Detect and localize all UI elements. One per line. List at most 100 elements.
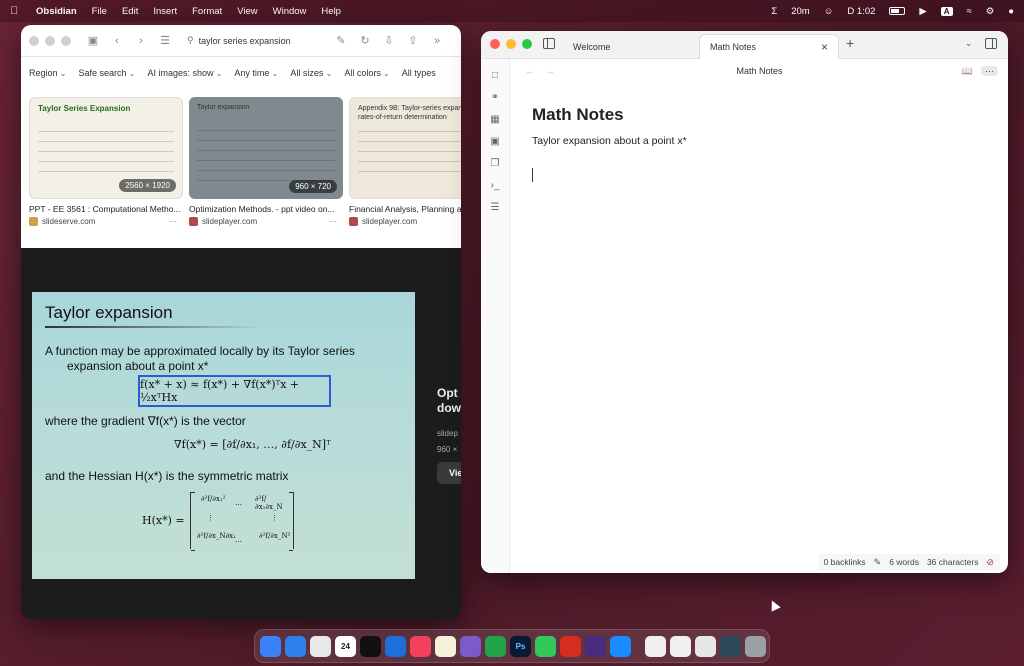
filter-type[interactable]: All types: [402, 68, 436, 78]
right-sidebar-toggle-icon[interactable]: [985, 38, 997, 49]
forward-icon[interactable]: ›: [133, 35, 149, 47]
copy-icon[interactable]: ❐: [489, 158, 501, 170]
grid-icon[interactable]: ▦: [489, 114, 501, 126]
numbers-icon[interactable]: [485, 635, 506, 657]
filter-safe-search[interactable]: Safe search: [78, 68, 135, 78]
minimize-button[interactable]: [45, 35, 55, 46]
sidebar-icon[interactable]: ▣: [85, 34, 101, 47]
tab-math-notes[interactable]: Math Notes ×: [699, 34, 839, 59]
note-header-title[interactable]: Math Notes: [511, 66, 1008, 76]
result-source[interactable]: slideplayer.com: [349, 217, 461, 226]
menu-view[interactable]: View: [237, 6, 257, 17]
filter-size[interactable]: All sizes: [290, 68, 332, 78]
battery-icon[interactable]: [889, 7, 906, 15]
menu-edit[interactable]: Edit: [122, 6, 138, 17]
siri-icon[interactable]: ●: [1008, 6, 1014, 17]
menu-window[interactable]: Window: [273, 6, 307, 17]
note-heading[interactable]: Math Notes: [532, 105, 988, 125]
sigma-icon[interactable]: Σ: [771, 6, 777, 17]
tab-welcome[interactable]: Welcome: [563, 34, 693, 59]
filter-ai-images[interactable]: AI images: show: [147, 68, 222, 78]
safari-icon[interactable]: [285, 635, 306, 657]
filter-time[interactable]: Any time: [234, 68, 278, 78]
result-source[interactable]: slideplayer.com ···: [189, 217, 343, 226]
reading-view-icon[interactable]: 📖: [962, 66, 973, 77]
wifi-icon[interactable]: ≈: [967, 6, 972, 17]
document-icon[interactable]: [645, 635, 666, 657]
result-title[interactable]: Financial Analysis, Planning a...: [349, 204, 461, 214]
zoom-button[interactable]: [522, 39, 532, 49]
app-store-icon[interactable]: [610, 635, 631, 657]
music-icon[interactable]: [410, 635, 431, 657]
image-result[interactable]: Taylor expansion 960 × 720 Optimization …: [189, 97, 343, 248]
calendar-app-icon[interactable]: 24: [335, 635, 356, 657]
messages-icon[interactable]: [535, 635, 556, 657]
image-result[interactable]: Appendix 9B: Taylor-series expansion and…: [349, 97, 461, 248]
chevron-down-icon[interactable]: ⌄: [965, 38, 973, 49]
folder-stack-icon[interactable]: [720, 635, 741, 657]
backlinks-count[interactable]: 0 backlinks: [824, 557, 866, 567]
menu-format[interactable]: Format: [192, 6, 222, 17]
timer-label[interactable]: 20m: [791, 6, 809, 17]
new-tab-icon[interactable]: +: [846, 35, 854, 51]
sync-off-icon[interactable]: ⊘: [986, 557, 994, 568]
input-source-badge[interactable]: A: [940, 6, 953, 16]
close-icon[interactable]: ×: [821, 40, 828, 54]
clock-label[interactable]: D 1:02: [847, 6, 875, 17]
reload-icon[interactable]: ↻: [357, 34, 373, 47]
more-options-icon[interactable]: ···: [329, 217, 337, 226]
share-icon[interactable]: ⇧: [405, 34, 421, 47]
address-bar[interactable]: ⚲ taylor series expansion: [187, 35, 327, 46]
note-paragraph[interactable]: Taylor expansion about a point x*: [532, 135, 988, 147]
download-icon[interactable]: ⇩: [381, 34, 397, 47]
list-icon[interactable]: ☰: [489, 202, 501, 214]
github-icon[interactable]: [460, 635, 481, 657]
menu-app-name[interactable]: Obsidian: [36, 6, 77, 17]
terminal-icon[interactable]: ›_: [489, 180, 501, 192]
result-title[interactable]: Optimization Methods. - ppt video on...: [189, 204, 343, 214]
close-button[interactable]: [29, 35, 39, 46]
chrome-icon[interactable]: [310, 635, 331, 657]
downloads-stack-icon[interactable]: [695, 635, 716, 657]
image-result[interactable]: Taylor Series Expansion 2560 × 1920 PPT …: [29, 97, 183, 248]
calendar-icon[interactable]: ▣: [489, 136, 501, 148]
xcode-icon[interactable]: [385, 635, 406, 657]
result-thumbnail[interactable]: Appendix 9B: Taylor-series expansion and…: [349, 97, 461, 199]
back-icon[interactable]: ‹: [109, 35, 125, 47]
editor[interactable]: Math Notes Taylor expansion about a poin…: [532, 105, 988, 182]
sidebar-toggle-icon[interactable]: [543, 38, 555, 49]
more-options-icon[interactable]: ···: [981, 66, 998, 76]
zoom-button[interactable]: [61, 35, 71, 46]
notes-icon[interactable]: [435, 635, 456, 657]
preview-source[interactable]: slidep: [437, 426, 458, 441]
terminal-app-icon[interactable]: [360, 635, 381, 657]
finder-icon[interactable]: [260, 635, 281, 657]
close-button[interactable]: [490, 39, 500, 49]
trash-icon[interactable]: [745, 635, 766, 657]
document-icon[interactable]: [670, 635, 691, 657]
page-settings-icon[interactable]: ☰: [157, 34, 173, 47]
minimize-button[interactable]: [506, 39, 516, 49]
filter-color[interactable]: All colors: [344, 68, 389, 78]
apple-menu-icon[interactable]: : [10, 5, 22, 17]
preview-image[interactable]: Taylor expansion A function may be appro…: [32, 292, 415, 579]
result-source[interactable]: slideserve.com ···: [29, 217, 183, 226]
menu-help[interactable]: Help: [321, 6, 341, 17]
control-center-icon[interactable]: ⚙: [986, 6, 995, 17]
result-thumbnail[interactable]: Taylor Series Expansion 2560 × 1920: [29, 97, 183, 199]
more-tabs-icon[interactable]: »: [429, 35, 445, 47]
play-icon[interactable]: ▶: [919, 6, 926, 17]
filter-region[interactable]: Region: [29, 68, 66, 78]
menu-file[interactable]: File: [92, 6, 107, 17]
acrobat-icon[interactable]: [560, 635, 581, 657]
result-thumbnail[interactable]: Taylor expansion 960 × 720: [189, 97, 343, 199]
graph-icon[interactable]: ⚭: [489, 92, 501, 104]
people-icon[interactable]: ☺: [824, 6, 834, 17]
photoshop-icon[interactable]: Ps: [510, 635, 531, 657]
translate-icon[interactable]: ✎: [333, 34, 349, 47]
visit-button[interactable]: Vie: [437, 462, 461, 484]
more-options-icon[interactable]: ···: [169, 217, 177, 226]
menu-insert[interactable]: Insert: [153, 6, 177, 17]
file-icon[interactable]: □: [489, 70, 501, 82]
pencil-icon[interactable]: ✎: [874, 557, 882, 568]
